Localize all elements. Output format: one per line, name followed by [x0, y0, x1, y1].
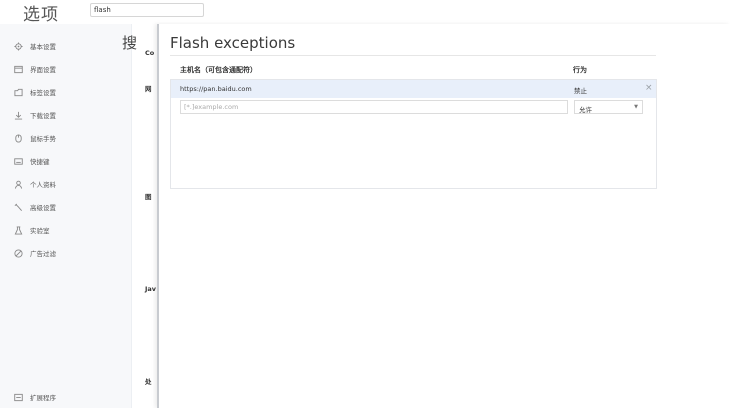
sidebar-item-adblock[interactable]: 广告过滤 [0, 244, 132, 262]
exception-action[interactable]: 禁止 [574, 85, 587, 95]
person-icon [14, 180, 23, 189]
sidebar-item-label: 基本设置 [30, 43, 56, 51]
sidebar-item-tabs[interactable]: 标签设置 [0, 83, 132, 101]
settings-title-fragment: 搜 [122, 34, 138, 52]
divider [170, 55, 656, 56]
sidebar: 基本设置 界面设置 标签设置 下载设置 鼠标手势 快捷键 个人资料 高级设置 实… [0, 24, 132, 408]
host-pattern-input[interactable] [180, 100, 568, 114]
section-label-fragment: 网 [145, 85, 152, 93]
window-icon [14, 65, 23, 74]
sidebar-item-mouse-gestures[interactable]: 鼠标手势 [0, 129, 132, 147]
sidebar-item-advanced[interactable]: 高级设置 [0, 198, 132, 216]
sidebar-item-lab[interactable]: 实验室 [0, 221, 132, 239]
section-label-fragment: Co [145, 49, 155, 57]
sidebar-item-label: 扩展程序 [30, 394, 56, 402]
search-input[interactable] [90, 3, 204, 17]
sidebar-item-shortcuts[interactable]: 快捷键 [0, 152, 132, 170]
sidebar-item-download[interactable]: 下载设置 [0, 106, 132, 124]
sidebar-item-label: 快捷键 [30, 158, 50, 166]
action-select[interactable]: 允许 ▼ [574, 100, 643, 114]
column-header-host: 主机名（可包含通配符） [180, 66, 257, 74]
sidebar-item-label: 广告过滤 [30, 250, 56, 258]
close-icon[interactable]: × [645, 83, 653, 93]
sidebar-item-label: 界面设置 [30, 66, 56, 74]
new-exception-row: 允许 ▼ [171, 98, 656, 116]
sidebar-item-basic[interactable]: 基本设置 [0, 37, 132, 55]
section-label-fragment: 处 [145, 378, 152, 386]
exception-row[interactable]: https://pan.baidu.com 禁止 × [171, 80, 656, 98]
exception-host: https://pan.baidu.com [180, 85, 252, 93]
lab-icon [14, 225, 23, 235]
sidebar-item-extensions[interactable]: 扩展程序 [0, 388, 132, 406]
tab-icon [14, 88, 23, 97]
gear-icon [14, 41, 23, 51]
settings-background: 搜 Co 网 图 Jav 处 [122, 24, 157, 408]
advanced-icon [14, 203, 23, 212]
top-bar: 选项 [0, 0, 730, 25]
dialog-title: Flash exceptions [170, 34, 296, 52]
section-label-fragment: Jav [145, 285, 157, 293]
download-icon [14, 111, 23, 120]
action-select-value: 允许 [579, 106, 592, 114]
sidebar-item-interface[interactable]: 界面设置 [0, 60, 132, 78]
sidebar-item-label: 个人资料 [30, 181, 56, 189]
sidebar-item-label: 标签设置 [30, 89, 56, 97]
mouse-icon [14, 133, 23, 143]
chevron-down-icon: ▼ [634, 104, 638, 110]
flash-exceptions-dialog: Flash exceptions 主机名（可包含通配符） 行为 https://… [157, 24, 730, 408]
exceptions-list: https://pan.baidu.com 禁止 × 允许 ▼ [170, 79, 657, 189]
sidebar-item-profile[interactable]: 个人资料 [0, 175, 132, 193]
block-icon [14, 248, 23, 258]
sidebar-item-label: 下载设置 [30, 112, 56, 120]
extension-icon [14, 393, 23, 402]
sidebar-item-label: 高级设置 [30, 204, 56, 212]
section-label-fragment: 图 [145, 193, 152, 201]
sidebar-item-label: 实验室 [30, 227, 50, 235]
keyboard-icon [14, 157, 23, 166]
page-title: 选项 [23, 5, 59, 25]
sidebar-item-label: 鼠标手势 [30, 135, 56, 143]
column-header-action: 行为 [573, 66, 587, 74]
